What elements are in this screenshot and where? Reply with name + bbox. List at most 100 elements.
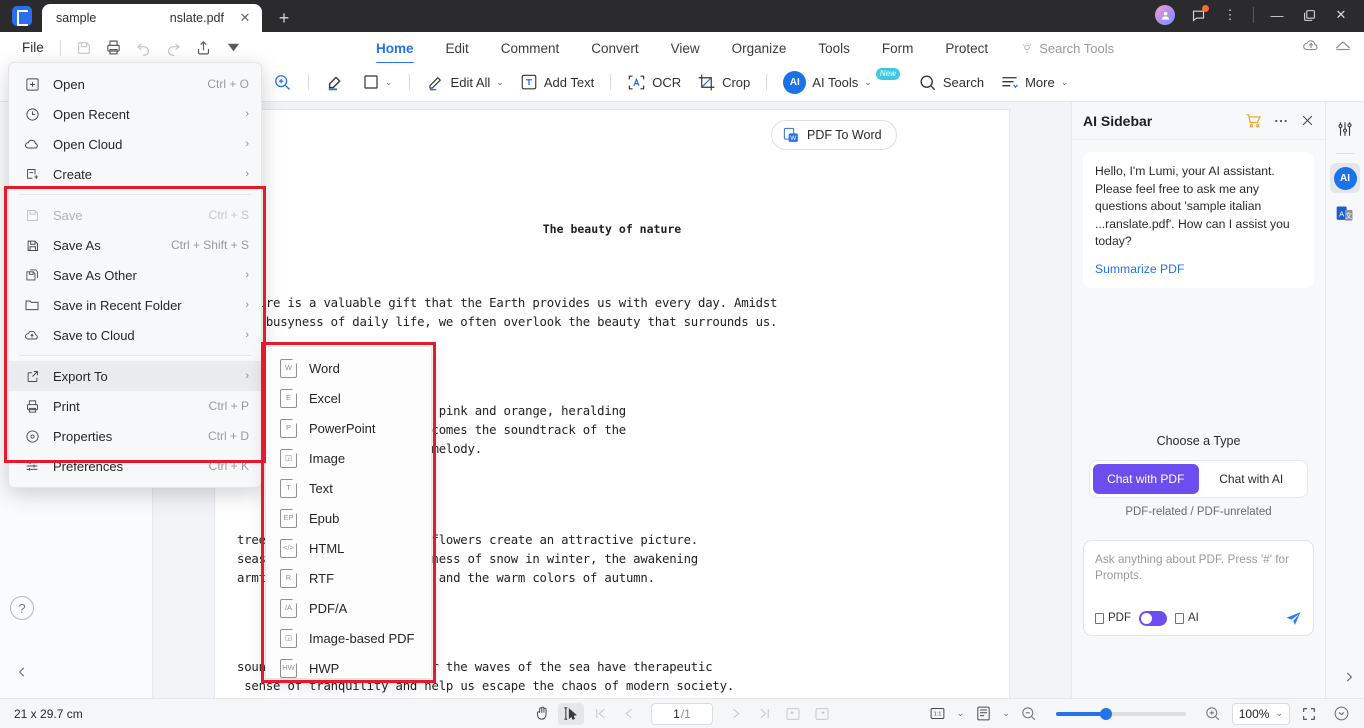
- collapse-panel-icon[interactable]: [10, 660, 34, 684]
- close-icon[interactable]: [1300, 113, 1315, 128]
- more-options-icon[interactable]: ⋮: [1215, 3, 1245, 27]
- avatar[interactable]: [1155, 5, 1175, 25]
- zoom-slider[interactable]: [1055, 707, 1186, 720]
- export-item-powerpoint[interactable]: P PowerPoint: [266, 413, 431, 443]
- page-layout-icon[interactable]: [970, 703, 996, 725]
- zoom-in-icon[interactable]: [1200, 703, 1226, 725]
- menu-item-save-as-other[interactable]: Save As Other ›: [9, 260, 261, 290]
- first-page-icon[interactable]: [587, 703, 613, 725]
- ai-composer[interactable]: Ask anything about PDF. Press '#' for Pr…: [1083, 539, 1314, 636]
- menu-item-print[interactable]: Print Ctrl + P: [9, 391, 261, 421]
- menu-item-preferences[interactable]: Preferences Ctrl + K: [9, 451, 261, 481]
- collapse-ribbon-icon[interactable]: [1334, 39, 1352, 51]
- chevron-down-icon[interactable]: ⌄: [1002, 708, 1010, 719]
- pdf-to-word-button[interactable]: W PDF To Word: [771, 120, 897, 150]
- file-menu[interactable]: Open Ctrl + O Open Recent › Open Cloud ›…: [8, 62, 262, 488]
- export-item-word[interactable]: W Word: [266, 353, 431, 383]
- tab-form[interactable]: Form: [866, 33, 930, 63]
- menu-item-open-recent[interactable]: Open Recent ›: [9, 99, 261, 129]
- add-text-button[interactable]: Add Text: [512, 68, 602, 96]
- zoom-slider-knob[interactable]: [1099, 707, 1112, 720]
- more-tools-button[interactable]: More ⌄: [992, 68, 1076, 96]
- tab-home[interactable]: Home: [360, 33, 430, 64]
- save-icon[interactable]: [69, 36, 99, 60]
- print-icon[interactable]: [99, 36, 129, 60]
- menu-item-create[interactable]: Create ›: [9, 159, 261, 189]
- menu-item-open[interactable]: Open Ctrl + O: [9, 69, 261, 99]
- next-view-icon[interactable]: [809, 703, 835, 725]
- crop-button[interactable]: Crop: [689, 68, 758, 96]
- menu-item-open-cloud[interactable]: Open Cloud ›: [9, 129, 261, 159]
- ocr-button[interactable]: OCR: [619, 68, 689, 96]
- menu-item-save-to-cloud[interactable]: Save to Cloud ›: [9, 320, 261, 350]
- cart-icon[interactable]: [1245, 112, 1262, 129]
- send-icon[interactable]: [1285, 610, 1302, 627]
- next-page-icon[interactable]: [722, 703, 748, 725]
- more-options-icon[interactable]: [1273, 113, 1289, 129]
- summarize-pdf-link[interactable]: Summarize PDF: [1095, 262, 1302, 276]
- actual-size-icon[interactable]: 1:1: [925, 703, 951, 725]
- menu-item-properties[interactable]: Properties Ctrl + D: [9, 421, 261, 451]
- chevron-down-icon[interactable]: ⌄: [496, 77, 504, 88]
- chevron-down-icon[interactable]: ⌄: [1275, 708, 1283, 719]
- export-item-excel[interactable]: E Excel: [266, 383, 431, 413]
- properties-panel-icon[interactable]: [1330, 114, 1360, 144]
- export-item-rtf[interactable]: R RTF: [266, 563, 431, 593]
- window-close-button[interactable]: ✕: [1326, 3, 1356, 27]
- new-tab-icon[interactable]: +: [270, 4, 298, 32]
- export-item-html[interactable]: </> HTML: [266, 533, 431, 563]
- highlight-tool[interactable]: [317, 68, 355, 96]
- edit-all-button[interactable]: Edit All ⌄: [418, 68, 512, 96]
- chat-with-pdf-option[interactable]: Chat with PDF: [1093, 463, 1199, 494]
- notifications-icon[interactable]: [1183, 3, 1213, 27]
- ai-sidebar-toggle-icon[interactable]: AI: [1330, 163, 1360, 193]
- tab-organize[interactable]: Organize: [716, 33, 803, 63]
- tab-protect[interactable]: Protect: [929, 33, 1004, 63]
- page-number-input[interactable]: 1 /1: [651, 702, 713, 725]
- chevron-down-icon[interactable]: ⌄: [864, 77, 872, 88]
- ai-tools-button[interactable]: AI AI Tools ⌄ New: [775, 68, 910, 96]
- chat-with-ai-option[interactable]: Chat with AI: [1199, 464, 1305, 494]
- export-item-hwp[interactable]: HW HWP: [266, 653, 431, 683]
- hand-tool-icon[interactable]: [529, 703, 555, 725]
- tab-tools[interactable]: Tools: [802, 33, 866, 63]
- ai-input-placeholder[interactable]: Ask anything about PDF. Press '#' for Pr…: [1095, 551, 1302, 583]
- search-tools-button[interactable]: Search Tools: [1004, 41, 1114, 56]
- minimize-button[interactable]: —: [1262, 3, 1292, 27]
- menu-item-save-as[interactable]: Save As Ctrl + Shift + S: [9, 230, 261, 260]
- tab-convert[interactable]: Convert: [575, 33, 654, 63]
- export-to-submenu[interactable]: W Word E Excel P PowerPoint ◲ Image T Te…: [265, 346, 432, 679]
- tab-comment[interactable]: Comment: [485, 33, 576, 63]
- fullscreen-icon[interactable]: [1296, 703, 1322, 725]
- select-tool-icon[interactable]: [558, 702, 584, 725]
- translate-icon[interactable]: A 文: [1330, 199, 1360, 229]
- export-item-pdfa[interactable]: /A PDF/A: [266, 593, 431, 623]
- zoom-selection-tool[interactable]: [264, 68, 300, 96]
- search-button[interactable]: Search: [910, 68, 992, 96]
- chevron-down-icon[interactable]: ⌄: [385, 77, 393, 88]
- chevron-down-icon[interactable]: ⌄: [1061, 77, 1069, 88]
- more-view-options-icon[interactable]: [1328, 703, 1354, 725]
- export-item-text[interactable]: T Text: [266, 473, 431, 503]
- previous-view-icon[interactable]: [780, 703, 806, 725]
- file-menu-button[interactable]: File: [14, 38, 52, 57]
- previous-page-icon[interactable]: [616, 703, 642, 725]
- customize-quick-access-icon[interactable]: [219, 36, 249, 60]
- export-item-epub[interactable]: EP Epub: [266, 503, 431, 533]
- close-icon[interactable]: ✕: [236, 9, 254, 27]
- last-page-icon[interactable]: [751, 703, 777, 725]
- redo-icon[interactable]: [159, 36, 189, 60]
- menu-item-export-to[interactable]: Export To ›: [9, 361, 261, 391]
- zoom-level-select[interactable]: 100% ⌄: [1231, 702, 1290, 725]
- undo-icon[interactable]: [129, 36, 159, 60]
- tab-view[interactable]: View: [655, 33, 716, 63]
- export-item-image[interactable]: ◲ Image: [266, 443, 431, 473]
- document-tab[interactable]: sample nslate.pdf ✕: [42, 4, 262, 32]
- tab-edit[interactable]: Edit: [430, 33, 485, 63]
- menu-item-save-in-recent-folder[interactable]: Save in Recent Folder ›: [9, 290, 261, 320]
- mode-toggle[interactable]: [1139, 610, 1167, 626]
- share-icon[interactable]: [189, 36, 219, 60]
- maximize-button[interactable]: [1294, 3, 1324, 27]
- cloud-upload-icon[interactable]: [1302, 36, 1320, 54]
- help-icon[interactable]: ?: [10, 596, 34, 620]
